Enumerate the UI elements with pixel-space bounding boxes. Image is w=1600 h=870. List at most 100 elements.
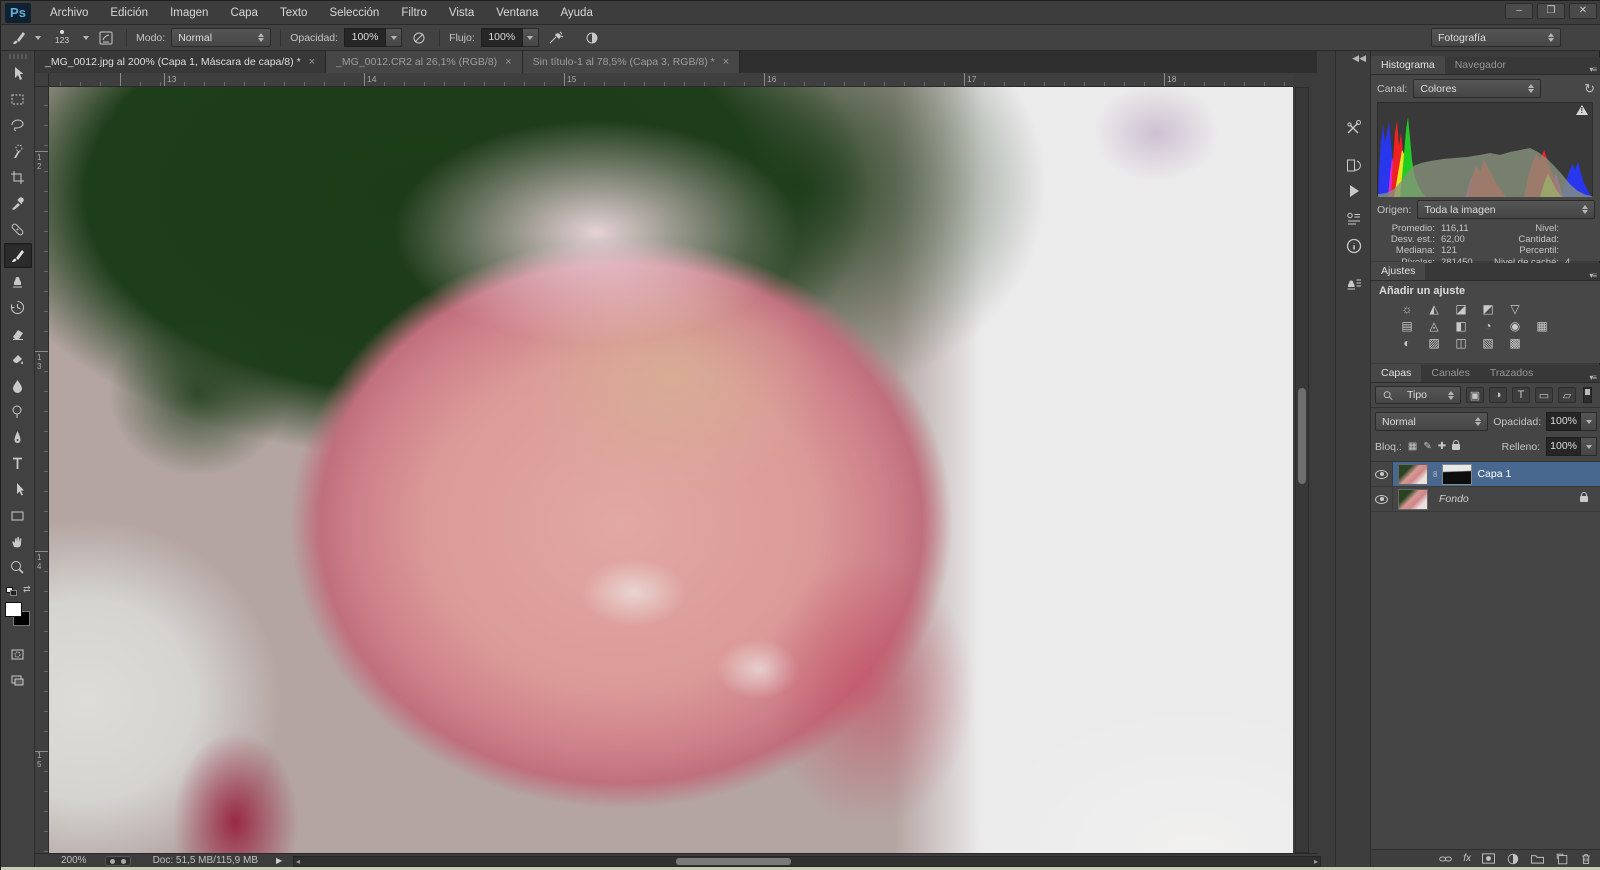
toggle-brush-panel-icon[interactable] — [95, 28, 117, 48]
close-tab-icon[interactable]: × — [723, 56, 729, 68]
type-tool[interactable] — [4, 451, 32, 476]
brush-size-picker[interactable]: 123 — [47, 30, 77, 45]
brush-tool-preset-icon[interactable] — [7, 28, 29, 48]
tablet-pressure-opacity-icon[interactable] — [408, 28, 430, 48]
black-white-adjustment-icon[interactable]: ◧ — [1451, 318, 1471, 333]
swap-colors-icon[interactable]: ⇄ — [23, 584, 31, 595]
expand-panels-icon[interactable]: ◀◀ — [1352, 53, 1366, 64]
vertical-ruler[interactable]: 12 13 14 15 — [35, 87, 49, 853]
scroll-left-icon[interactable]: ◂ — [296, 857, 300, 866]
brush-preset-caret-icon[interactable] — [35, 35, 41, 40]
new-layer-icon[interactable] — [1555, 852, 1569, 866]
lasso-tool[interactable] — [4, 113, 32, 138]
workspace-selector-dropdown[interactable]: Fotografía — [1431, 28, 1561, 47]
delete-layer-icon[interactable] — [1579, 852, 1593, 866]
dodge-tool[interactable] — [4, 399, 32, 424]
eraser-tool[interactable] — [4, 321, 32, 346]
zoom-tool[interactable] — [4, 555, 32, 580]
selective-color-adjustment-icon[interactable]: ▩ — [1505, 335, 1525, 350]
minimize-button[interactable]: – — [1505, 3, 1533, 19]
layer-style-fx-icon[interactable]: fx — [1463, 853, 1471, 864]
panel-menu-icon[interactable]: ▾≡ — [1589, 271, 1597, 280]
tablet-pressure-size-icon[interactable] — [581, 28, 603, 48]
tab-trazados[interactable]: Trazados — [1480, 364, 1543, 382]
layer-thumbnail[interactable] — [1398, 463, 1428, 485]
horizontal-scrollbar[interactable]: ◂ ▸ — [293, 856, 1321, 867]
filter-adjustment-layers-icon[interactable]: ◑ — [1489, 387, 1507, 403]
channel-dropdown[interactable]: Colores — [1413, 79, 1542, 98]
marquee-tool[interactable] — [4, 87, 32, 112]
layer-visibility-toggle[interactable] — [1371, 462, 1393, 486]
exposure-adjustment-icon[interactable]: ◩ — [1478, 301, 1498, 316]
vertical-scrollbar[interactable] — [1295, 87, 1309, 853]
shape-tool[interactable] — [4, 503, 32, 528]
path-selection-tool[interactable] — [4, 477, 32, 502]
eyedropper-tool[interactable] — [4, 191, 32, 216]
status-flyout-arrow-icon[interactable]: ▶ — [276, 856, 282, 865]
flow-field[interactable]: 100% — [480, 28, 539, 47]
cached-data-warning-icon[interactable] — [1576, 105, 1588, 115]
info-panel-icon[interactable] — [1342, 234, 1366, 258]
lock-all-icon[interactable] — [1452, 439, 1461, 450]
ruler-origin-corner[interactable] — [35, 73, 49, 87]
clone-source-panel-icon[interactable] — [1342, 272, 1366, 296]
menu-texto[interactable]: Texto — [269, 3, 319, 23]
mask-link-icon[interactable]: 8 — [1433, 470, 1437, 479]
lock-pixels-icon[interactable]: ✎ — [1423, 441, 1431, 452]
document-tab-2[interactable]: _MG_0012.CR2 al 26,1% (RGB/8) × — [326, 51, 523, 73]
blur-tool[interactable] — [4, 373, 32, 398]
restore-button[interactable]: ❐ — [1537, 3, 1565, 19]
flow-caret-icon[interactable] — [522, 28, 539, 47]
panel-menu-icon[interactable]: ▾≡ — [1589, 373, 1597, 382]
history-panel-icon[interactable] — [1342, 154, 1366, 178]
new-adjustment-layer-icon[interactable] — [1506, 852, 1520, 866]
layer-row-fondo[interactable]: Fondo — [1371, 487, 1600, 512]
refresh-histogram-icon[interactable]: ↻ — [1584, 81, 1595, 97]
panel-menu-icon[interactable]: ▾≡ — [1589, 65, 1597, 74]
tool-presets-panel-icon[interactable] — [1342, 115, 1366, 139]
filter-pixel-layers-icon[interactable]: ▣ — [1466, 387, 1484, 403]
brightness-contrast-adjustment-icon[interactable]: ☼ — [1397, 301, 1417, 316]
filter-smart-objects-icon[interactable]: ▱ — [1558, 387, 1576, 403]
lock-position-icon[interactable]: ✚ — [1438, 441, 1446, 452]
curves-adjustment-icon[interactable]: ◪ — [1451, 301, 1471, 316]
pen-tool[interactable] — [4, 425, 32, 450]
tab-navegador[interactable]: Navegador — [1445, 56, 1516, 74]
color-balance-adjustment-icon[interactable]: ◬ — [1424, 318, 1444, 333]
color-lookup-adjustment-icon[interactable]: ▦ — [1532, 318, 1552, 333]
quick-selection-tool[interactable] — [4, 139, 32, 164]
hand-tool[interactable] — [4, 529, 32, 554]
menu-ayuda[interactable]: Ayuda — [549, 3, 603, 23]
menu-filtro[interactable]: Filtro — [390, 3, 438, 23]
menu-imagen[interactable]: Imagen — [159, 3, 219, 23]
menu-vista[interactable]: Vista — [438, 3, 485, 23]
menu-capa[interactable]: Capa — [219, 3, 269, 23]
layer-visibility-toggle[interactable] — [1371, 487, 1393, 511]
source-dropdown[interactable]: Toda la imagen — [1417, 200, 1595, 219]
fill-caret-icon[interactable] — [1581, 437, 1597, 456]
styles-panel-icon[interactable] — [1342, 207, 1366, 231]
menu-edicion[interactable]: Edición — [99, 3, 159, 23]
document-canvas[interactable] — [49, 87, 1293, 853]
invert-adjustment-icon[interactable]: ◐ — [1397, 335, 1417, 350]
fill-field[interactable]: 100% — [1546, 437, 1597, 456]
posterize-adjustment-icon[interactable]: ▨ — [1424, 335, 1444, 350]
filter-shape-layers-icon[interactable]: ▭ — [1535, 387, 1553, 403]
close-tab-icon[interactable]: × — [309, 56, 315, 68]
close-button[interactable]: ✕ — [1569, 3, 1597, 19]
menu-seleccion[interactable]: Selección — [318, 3, 390, 23]
hue-saturation-adjustment-icon[interactable]: ▤ — [1397, 318, 1417, 333]
opacity-caret-icon[interactable] — [386, 28, 403, 47]
link-layers-icon[interactable] — [1438, 853, 1453, 865]
close-tab-icon[interactable]: × — [505, 56, 511, 68]
brush-tool[interactable] — [3, 243, 32, 268]
blend-mode-dropdown[interactable]: Normal — [171, 28, 272, 47]
menu-archivo[interactable]: Archivo — [39, 3, 99, 23]
brush-size-caret-icon[interactable] — [83, 35, 89, 40]
toolbar-grip[interactable] — [8, 54, 27, 59]
history-brush-tool[interactable] — [4, 295, 32, 320]
threshold-adjustment-icon[interactable]: ◫ — [1451, 335, 1471, 350]
horizontal-ruler[interactable]: 13 14 15 16 17 18 — [49, 73, 1293, 87]
paint-bucket-tool[interactable] — [4, 347, 32, 372]
levels-adjustment-icon[interactable]: ◭ — [1424, 301, 1444, 316]
